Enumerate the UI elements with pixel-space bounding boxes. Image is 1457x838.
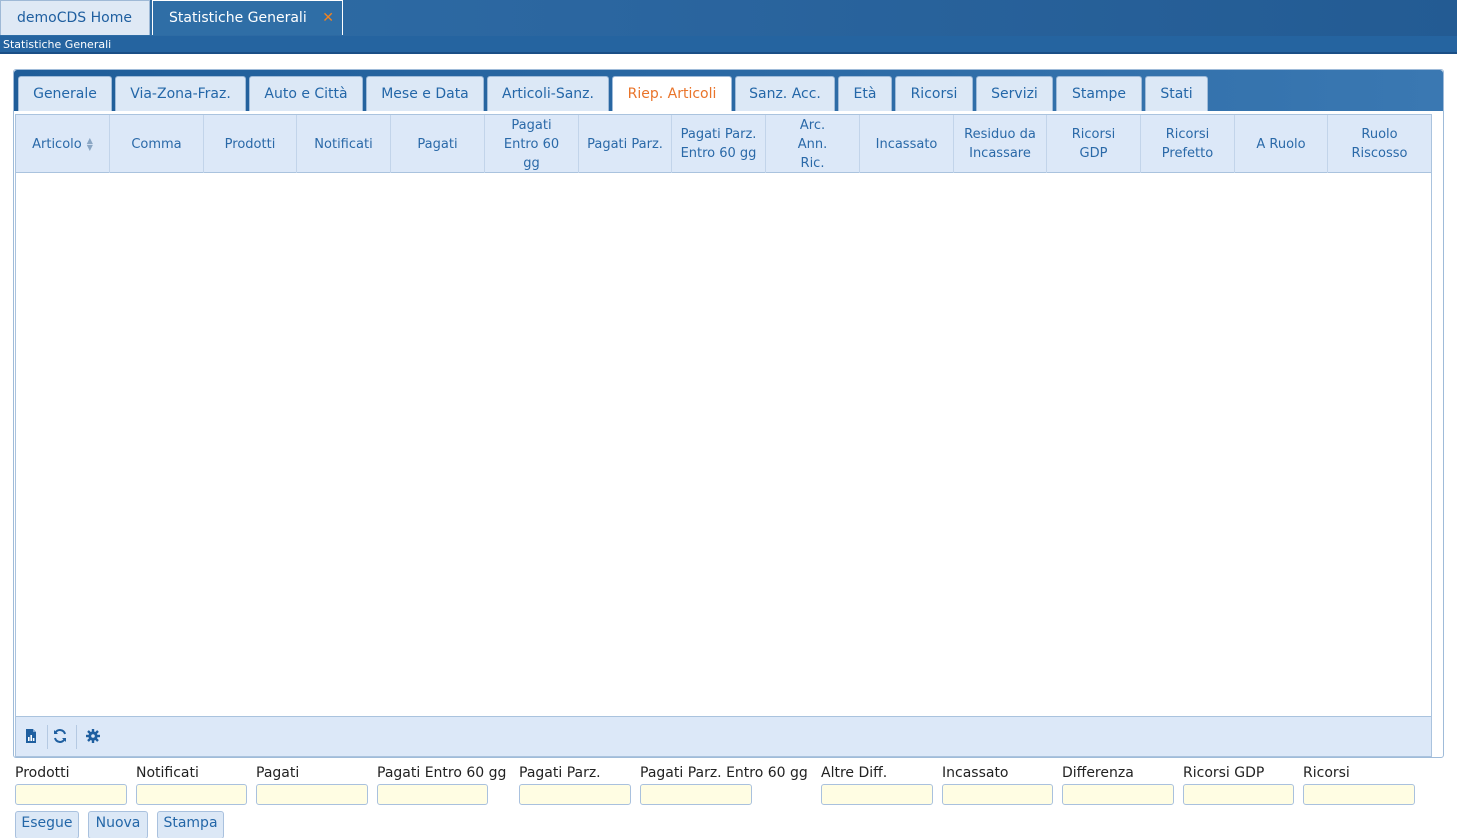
column-header-ruolo-riscosso[interactable]: Ruolo Riscosso <box>1328 115 1431 173</box>
input-ricorsi[interactable] <box>1303 784 1415 805</box>
input-ricorsi-gdp[interactable] <box>1183 784 1294 805</box>
input-prodotti[interactable] <box>15 784 127 805</box>
app-window: demoCDS Home Statistiche Generali ✕ Stat… <box>0 0 1457 838</box>
input-altre-diff[interactable] <box>821 784 933 805</box>
tab-democds-home[interactable]: demoCDS Home <box>0 0 150 35</box>
input-differenza[interactable] <box>1062 784 1174 805</box>
input-pagati-entro-60-gg[interactable] <box>377 784 488 805</box>
label-altre-diff: Altre Diff. <box>821 765 888 781</box>
input-incassato[interactable] <box>942 784 1053 805</box>
column-header-comma[interactable]: Comma <box>110 115 204 173</box>
tab-via-zona-fraz[interactable]: Via-Zona-Fraz. <box>115 76 246 111</box>
input-pagati-parz-entro-60-gg[interactable] <box>640 784 752 805</box>
input-pagati[interactable] <box>256 784 368 805</box>
refresh-icon[interactable] <box>51 728 69 746</box>
tab-label: Statistiche Generali <box>169 10 307 26</box>
column-header-arc-ann-ric[interactable]: Arc. Ann. Ric. <box>766 115 860 173</box>
label-incassato: Incassato <box>942 765 1009 781</box>
grid-toolbar <box>16 716 1431 756</box>
esegue-button[interactable]: Esegue <box>15 811 79 838</box>
column-header-notificati[interactable]: Notificati <box>297 115 391 173</box>
tab-ricorsi[interactable]: Ricorsi <box>895 76 973 111</box>
label-prodotti: Prodotti <box>15 765 70 781</box>
tab-servizi[interactable]: Servizi <box>976 76 1053 111</box>
section-tab-strip: Generale Via-Zona-Fraz. Auto e Città Mes… <box>14 70 1443 111</box>
label-pagati-entro-60-gg: Pagati Entro 60 gg <box>377 765 507 781</box>
tab-stampe[interactable]: Stampe <box>1056 76 1142 111</box>
label-differenza: Differenza <box>1062 765 1134 781</box>
tab-sanz-acc[interactable]: Sanz. Acc. <box>735 76 835 111</box>
column-header-a-ruolo[interactable]: A Ruolo <box>1235 115 1328 173</box>
tab-auto-e-citta[interactable]: Auto e Città <box>249 76 363 111</box>
tab-riep-articoli[interactable]: Riep. Articoli <box>612 76 732 111</box>
nuova-button[interactable]: Nuova <box>88 811 148 838</box>
toolbar-separator <box>47 725 48 749</box>
label-pagati-parz: Pagati Parz. <box>519 765 601 781</box>
label-pagati: Pagati <box>256 765 300 781</box>
tab-generale[interactable]: Generale <box>18 76 112 111</box>
statistics-panel: Generale Via-Zona-Fraz. Auto e Città Mes… <box>13 69 1444 758</box>
input-notificati[interactable] <box>136 784 247 805</box>
column-header-prodotti[interactable]: Prodotti <box>204 115 297 173</box>
column-header-pagati-parz[interactable]: Pagati Parz. <box>579 115 672 173</box>
column-header-ricorsi-prefetto[interactable]: Ricorsi Prefetto <box>1141 115 1235 173</box>
column-header-label: Articolo <box>32 136 82 152</box>
sort-icon[interactable]: ▲ ▼ <box>87 137 93 152</box>
tab-eta[interactable]: Età <box>838 76 892 111</box>
toolbar-separator <box>76 725 77 749</box>
column-header-incassato[interactable]: Incassato <box>860 115 954 173</box>
label-ricorsi: Ricorsi <box>1303 765 1350 781</box>
column-header-ricorsi-gdp[interactable]: Ricorsi GDP <box>1047 115 1141 173</box>
grid-header: Articolo ▲ ▼ Comma Prodotti Notificati Pa… <box>16 115 1431 173</box>
label-notificati: Notificati <box>136 765 199 781</box>
window-tab-bar: demoCDS Home Statistiche Generali ✕ <box>0 0 1457 36</box>
results-grid: Articolo ▲ ▼ Comma Prodotti Notificati Pa… <box>15 114 1432 757</box>
close-icon[interactable]: ✕ <box>322 1 334 36</box>
column-header-residuo-da-incassare[interactable]: Residuo da Incassare <box>954 115 1047 173</box>
tab-statistiche-generali[interactable]: Statistiche Generali ✕ <box>152 0 343 35</box>
column-header-pagati[interactable]: Pagati <box>391 115 485 173</box>
grid-body <box>16 173 1431 716</box>
export-excel-icon[interactable] <box>22 728 40 746</box>
column-header-pagati-parz-entro-60-gg[interactable]: Pagati Parz. Entro 60 gg <box>672 115 766 173</box>
column-header-pagati-entro-60-gg[interactable]: Pagati Entro 60 gg <box>485 115 579 173</box>
label-pagati-parz-entro-60-gg: Pagati Parz. Entro 60 gg <box>640 765 808 781</box>
label-ricorsi-gdp: Ricorsi GDP <box>1183 765 1265 781</box>
tab-articoli-sanz[interactable]: Articoli-Sanz. <box>487 76 609 111</box>
breadcrumb: Statistiche Generali <box>0 36 1457 54</box>
tab-label: demoCDS Home <box>17 10 132 26</box>
stampa-button[interactable]: Stampa <box>157 811 224 838</box>
settings-icon[interactable] <box>84 728 102 746</box>
input-pagati-parz[interactable] <box>519 784 631 805</box>
tab-mese-e-data[interactable]: Mese e Data <box>366 76 484 111</box>
tab-stati[interactable]: Stati <box>1145 76 1208 111</box>
column-header-articolo[interactable]: Articolo ▲ ▼ <box>16 115 110 173</box>
